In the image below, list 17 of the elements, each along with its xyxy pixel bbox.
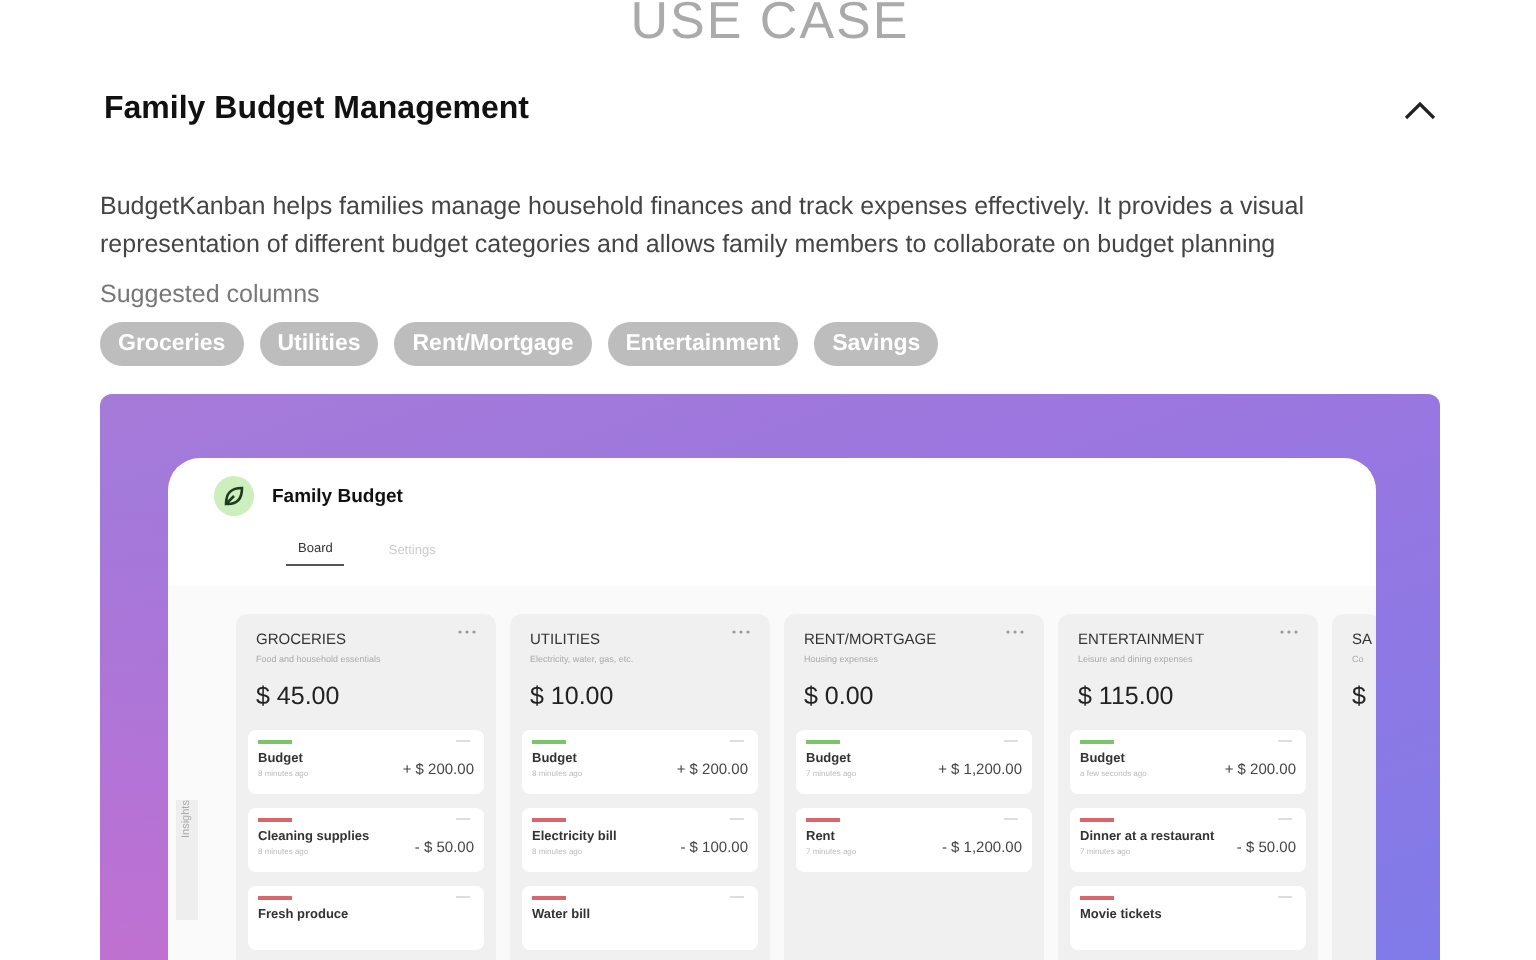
column-tag: Rent/Mortgage — [394, 322, 592, 366]
column-total: $ 45.00 — [254, 682, 342, 710]
column-total: $ 0.00 — [802, 682, 876, 710]
column-tag: Savings — [814, 322, 939, 366]
app-title: Family Budget — [272, 485, 403, 507]
leaf-logo-icon — [214, 476, 254, 516]
suggested-columns-label: Suggested columns — [100, 280, 322, 308]
column-tag: Groceries — [100, 322, 244, 366]
column-tag: Utilities — [259, 322, 379, 366]
column-total: $ — [1350, 682, 1368, 710]
chevron-icon[interactable] — [1404, 100, 1436, 120]
column-total: $ 10.00 — [528, 682, 616, 710]
section-title: USE CASE — [628, 0, 912, 40]
description: BudgetKanban helps families manage household finances and track expenses effectively. It provides a visual representation of different budget categories and allows family members to collaborate on budget planning — [100, 190, 1306, 262]
accordion-title: Family Budget Management — [104, 92, 529, 128]
column-total: $ 115.00 — [1076, 682, 1176, 710]
column-tag: Entertainment — [607, 322, 799, 366]
